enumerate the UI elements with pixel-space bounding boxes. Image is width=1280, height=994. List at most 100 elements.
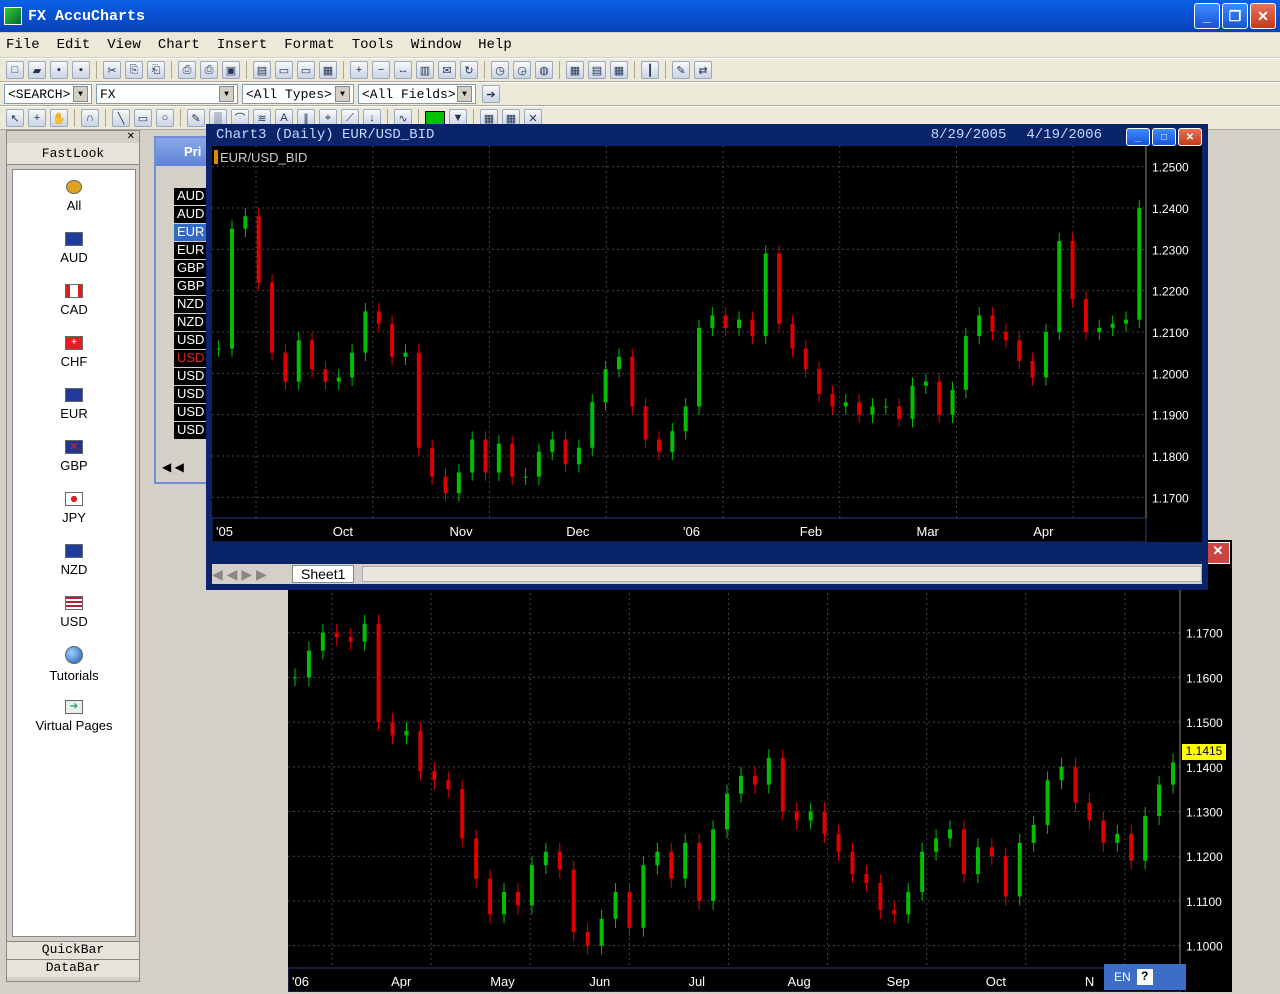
page-icon[interactable]: ▤ (253, 61, 271, 79)
bars-icon[interactable]: ┃ (641, 61, 659, 79)
chart-close-button[interactable]: ✕ (1178, 128, 1202, 146)
candle-body (1045, 780, 1050, 825)
monitor-icon[interactable]: ▭ (275, 61, 293, 79)
grid-icon[interactable]: ▦ (566, 61, 584, 79)
chart-icon[interactable]: ▥ (416, 61, 434, 79)
sheet-tab[interactable]: Sheet1 (292, 565, 355, 583)
sidebar-item-eur[interactable]: EUR (13, 378, 135, 430)
sidebar-item-usd[interactable]: USD (13, 586, 135, 638)
y-tick-label: 1.1600 (1186, 671, 1223, 685)
candle-body (270, 282, 275, 353)
monitor-red-icon[interactable]: ▭ (297, 61, 315, 79)
save-all-icon[interactable]: ▪ (72, 61, 90, 79)
horizontal-scrollbar[interactable] (362, 566, 1202, 582)
new-icon[interactable]: □ (6, 61, 24, 79)
chart-maximize-button[interactable]: □ (1152, 128, 1176, 146)
line-icon[interactable]: ╲ (112, 109, 130, 127)
candle-body (323, 369, 328, 382)
zoom-in-icon[interactable]: + (350, 61, 368, 79)
chart-title-bar[interactable]: Chart3 (Daily) EUR/USD_BID 8/29/2005 4/19… (208, 126, 1206, 144)
bottom-chart-svg[interactable]: 1.1700 1.1600 1.1500 1.1400 1.1300 1.1200 1.11… (288, 588, 1232, 992)
help-icon[interactable]: ? (1136, 969, 1153, 985)
sidebar-item-aud[interactable]: AUD (13, 222, 135, 274)
sidebar-item-tutorials[interactable]: Tutorials (13, 638, 135, 690)
sidebar-item-jpy[interactable]: JPY (13, 482, 135, 534)
scroll-icon[interactable]: ↔ (394, 61, 412, 79)
sheet-icon[interactable]: ▦ (610, 61, 628, 79)
sheet-nav-icon[interactable]: ◀ ◀ ▶ ▶ (212, 566, 292, 583)
clock-icon[interactable]: ◷ (491, 61, 509, 79)
dropdown-arrow-icon[interactable]: ▼ (73, 86, 88, 102)
print-icon[interactable]: ⎙ (178, 61, 196, 79)
color-picker-swatch[interactable] (425, 111, 445, 125)
sidebar-item-gbp[interactable]: ✕ GBP (13, 430, 135, 482)
crosshair-icon[interactable]: + (28, 109, 46, 127)
types-combo[interactable]: <All Types> ▼ (242, 84, 354, 104)
menu-window[interactable]: Window (411, 37, 461, 53)
sidebar-item-all[interactable]: All (13, 170, 135, 222)
dropdown-arrow-icon[interactable]: ▼ (335, 86, 350, 102)
envelope-icon[interactable]: ✉ (438, 61, 456, 79)
dropdown-arrow-icon[interactable]: ▼ (457, 86, 472, 102)
menu-edit[interactable]: Edit (57, 37, 91, 53)
sidebar-item-virtual-pages[interactable]: ➔ Virtual Pages (13, 690, 135, 742)
menu-format[interactable]: Format (284, 37, 334, 53)
x-tick-label: Mar (917, 524, 940, 539)
pointer-icon[interactable]: ↖ (6, 109, 24, 127)
refresh-icon[interactable]: ↻ (460, 61, 478, 79)
ellipse-icon[interactable]: ○ (156, 109, 174, 127)
x-tick-label: '06 (292, 974, 309, 989)
window-icon[interactable]: ▣ (222, 61, 240, 79)
rectangle-icon[interactable]: ▭ (134, 109, 152, 127)
candle-body (808, 811, 813, 821)
minimize-button[interactable]: _ (1194, 3, 1220, 29)
candle-body (950, 389, 955, 415)
bottom-close-button[interactable]: ✕ (1206, 542, 1230, 564)
zoom-out-icon[interactable]: − (372, 61, 390, 79)
menu-tools[interactable]: Tools (352, 37, 394, 53)
pen-icon[interactable]: ✎ (187, 109, 205, 127)
menu-help[interactable]: Help (478, 37, 512, 53)
x-tick-label: '06 (683, 524, 700, 539)
compare-icon[interactable]: ⇄ (694, 61, 712, 79)
x-tick-label: Jul (688, 974, 705, 989)
fields-combo[interactable]: <All Fields> ▼ (358, 84, 476, 104)
databar-tab[interactable]: DataBar (7, 959, 139, 977)
x-tick-label: Nov (450, 524, 474, 539)
close-button[interactable]: ✕ (1250, 3, 1276, 29)
save-icon[interactable]: ▪ (50, 61, 68, 79)
lifebuoy-icon[interactable]: ◍ (535, 61, 553, 79)
top-chart-svg[interactable]: 1.2500 1.2400 1.2300 1.2200 1.2100 1.2000 1.19… (212, 146, 1202, 542)
candle-body (230, 228, 235, 349)
paste-icon[interactable]: ⎗ (147, 61, 165, 79)
sidebar-item-cad[interactable]: CAD (13, 274, 135, 326)
menu-file[interactable]: File (6, 37, 40, 53)
cut-icon[interactable]: ✂ (103, 61, 121, 79)
search-combo[interactable]: <SEARCH> ▼ (4, 84, 92, 104)
edit-chart-icon[interactable]: ✎ (672, 61, 690, 79)
open-icon[interactable]: ▰ (28, 61, 46, 79)
dropdown-arrow-icon[interactable]: ▼ (219, 86, 234, 102)
menu-chart[interactable]: Chart (158, 37, 200, 53)
language-tray[interactable]: EN ? (1104, 964, 1186, 990)
magnet-icon[interactable]: ∩ (81, 109, 99, 127)
go-arrow-icon[interactable]: ➔ (482, 85, 500, 103)
layout-icon[interactable]: ▦ (319, 61, 337, 79)
hand-icon[interactable]: ✋ (50, 109, 68, 127)
table-icon[interactable]: ▤ (588, 61, 606, 79)
sidebar-close-icon[interactable]: ✕ (7, 131, 139, 143)
sidebar-item-nzd[interactable]: NZD (13, 534, 135, 586)
menu-insert[interactable]: Insert (217, 37, 267, 53)
print-preview-icon[interactable]: ⎙ (200, 61, 218, 79)
group-combo[interactable]: FX ▼ (96, 84, 238, 104)
price-scroll-left-icon[interactable]: ◀ ◀ (162, 460, 184, 474)
menu-view[interactable]: View (107, 37, 141, 53)
quickbar-tab[interactable]: QuickBar (7, 941, 139, 959)
sidebar-header[interactable]: FastLook (7, 143, 139, 165)
copy-icon[interactable]: ⎘ (125, 61, 143, 79)
restore-button[interactable]: ❐ (1222, 3, 1248, 29)
chart-minimize-button[interactable]: _ (1126, 128, 1150, 146)
clock-alt-icon[interactable]: ◶ (513, 61, 531, 79)
top-plot-area[interactable]: EUR/USD_BID 1.2500 1.2400 1.2300 1.2200 1.21… (212, 146, 1202, 542)
sidebar-item-chf[interactable]: + CHF (13, 326, 135, 378)
